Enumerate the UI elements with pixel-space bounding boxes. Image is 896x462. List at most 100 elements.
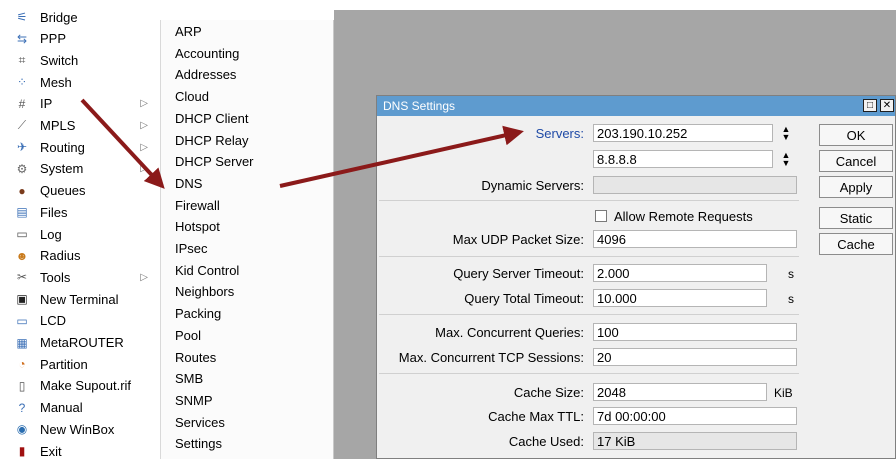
supout-icon: ▯ [18, 378, 26, 393]
separator [379, 314, 799, 315]
server-2-input[interactable]: 8.8.8.8 [593, 150, 773, 168]
query-total-timeout-input[interactable]: 10.000 [593, 289, 767, 307]
submenu-item-dhcp-client[interactable]: DHCP Client [161, 108, 333, 129]
submenu-item-routes[interactable]: Routes [161, 347, 333, 368]
mesh-icon: ⁘ [16, 75, 28, 90]
sidebar-item-metarouter[interactable]: ▦ MetaROUTER [0, 332, 158, 354]
submenu-item-label: Services [175, 414, 225, 430]
max-tcp-sessions-label: Max. Concurrent TCP Sessions: [398, 350, 584, 365]
static-button[interactable]: Static [819, 207, 893, 229]
sidebar-item-label: LCD [40, 313, 67, 329]
submenu-item-label: DHCP Server [175, 154, 254, 170]
submenu-item-smb[interactable]: SMB [161, 368, 333, 389]
submenu-item-label: DHCP Relay [175, 132, 249, 148]
submenu-item-services[interactable]: Services [161, 412, 333, 433]
cache-size-input[interactable]: 2048 [593, 383, 767, 401]
submenu-item-addresses[interactable]: Addresses [161, 64, 333, 85]
server-1-input[interactable]: 203.190.10.252 [593, 124, 773, 142]
max-udp-input[interactable]: 4096 [593, 230, 797, 248]
sidebar-item-ip[interactable]: # IP ▷ [0, 93, 158, 115]
submenu-item-dhcp-server[interactable]: DHCP Server [161, 151, 333, 172]
sidebar-item-label: System [40, 161, 84, 177]
query-server-timeout-label: Query Server Timeout: [453, 266, 584, 281]
sidebar-item-lcd[interactable]: ▭ LCD [0, 310, 158, 332]
server-2-reorder-icon[interactable]: ▲ ▼ [780, 150, 792, 168]
cache-size-label: Cache Size: [513, 385, 584, 400]
winbox-icon: ◉ [16, 422, 28, 437]
submenu-item-cloud[interactable]: Cloud [161, 86, 333, 107]
ip-icon: # [18, 96, 26, 111]
window-title: DNS Settings [383, 99, 456, 113]
apply-button[interactable]: Apply [819, 176, 893, 198]
max-concurrent-queries-input[interactable]: 100 [593, 323, 797, 341]
submenu-item-label: Routes [175, 349, 217, 365]
sidebar-item-routing[interactable]: ✈ Routing ▷ [0, 136, 158, 158]
sidebar-item-label: Exit [40, 443, 62, 459]
sidebar-item-queues[interactable]: ● Queues [0, 180, 158, 202]
submenu-item-snmp[interactable]: SNMP [161, 390, 333, 411]
dynamic-servers-label: Dynamic Servers: [481, 178, 584, 193]
submenu-item-settings[interactable]: Settings [161, 433, 333, 454]
sidebar-item-make-supout-rif[interactable]: ▯ Make Supout.rif [0, 375, 158, 397]
files-icon: ▤ [16, 205, 28, 220]
submenu-chevron-icon: ▷ [140, 163, 148, 175]
submenu-item-neighbors[interactable]: Neighbors [161, 281, 333, 302]
metarouter-icon: ▦ [16, 335, 28, 350]
submenu-item-hotspot[interactable]: Hotspot [161, 216, 333, 237]
submenu-item-label: Packing [175, 306, 222, 322]
sidebar-item-mesh[interactable]: ⁘ Mesh [0, 71, 158, 93]
sidebar-item-mpls[interactable]: ⟋ MPLS ▷ [0, 115, 158, 137]
submenu-item-label: DHCP Client [175, 110, 249, 126]
submenu-chevron-icon: ▷ [140, 98, 148, 110]
sidebar-item-files[interactable]: ▤ Files [0, 201, 158, 223]
sidebar-item-log[interactable]: ▭ Log [0, 223, 158, 245]
sidebar-item-switch[interactable]: ⌗ Switch [0, 49, 158, 71]
seconds-unit: s [788, 292, 794, 306]
sidebar-item-ppp[interactable]: ⇆ PPP [0, 28, 158, 50]
submenu-item-dhcp-relay[interactable]: DHCP Relay [161, 130, 333, 151]
submenu-item-accounting[interactable]: Accounting [161, 43, 333, 64]
sidebar-item-new-terminal[interactable]: ▣ New Terminal [0, 288, 158, 310]
sidebar-item-partition[interactable]: ◔ Partition [0, 353, 158, 375]
sidebar-item-label: Log [40, 226, 62, 242]
cache-button[interactable]: Cache [819, 233, 893, 255]
max-concurrent-queries-label: Max. Concurrent Queries: [435, 325, 584, 340]
cancel-button[interactable]: Cancel [819, 150, 893, 172]
bridge-icon: ⚟ [16, 10, 28, 24]
submenu-item-arp[interactable]: ARP [161, 21, 333, 42]
sidebar-item-label: Partition [40, 356, 88, 372]
allow-remote-requests-checkbox[interactable] [595, 210, 607, 222]
submenu-item-kid-control[interactable]: Kid Control [161, 260, 333, 281]
sidebar-item-label: New Terminal [40, 291, 119, 307]
main-sidebar: ⚟ Bridge ⇆ PPP ⌗ Switch ⁘ Mesh # IP ▷ ⟋ MPLS ▷ ✈ Routin… [0, 0, 158, 459]
max-udp-label: Max UDP Packet Size: [452, 232, 584, 247]
sidebar-item-label: Radius [40, 248, 81, 264]
window-title-bar[interactable]: DNS Settings □ ✕ [377, 96, 895, 116]
submenu-item-label: Neighbors [175, 284, 235, 300]
submenu-item-ipsec[interactable]: IPsec [161, 238, 333, 259]
restore-icon[interactable]: □ [863, 99, 877, 112]
cache-size-unit: KiB [774, 386, 793, 400]
sidebar-item-radius[interactable]: ☻ Radius [0, 245, 158, 267]
submenu-item-firewall[interactable]: Firewall [161, 195, 333, 216]
submenu-item-packing[interactable]: Packing [161, 303, 333, 324]
query-server-timeout-input[interactable]: 2.000 [593, 264, 767, 282]
sidebar-item-new-winbox[interactable]: ◉ New WinBox [0, 418, 158, 440]
sidebar-item-label: Files [40, 204, 68, 220]
submenu-item-label: SNMP [175, 392, 213, 408]
submenu-item-label: Cloud [175, 89, 209, 105]
submenu-item-dns[interactable]: DNS [161, 173, 333, 194]
max-tcp-sessions-input[interactable]: 20 [593, 348, 797, 366]
ok-button[interactable]: OK [819, 124, 893, 146]
close-icon[interactable]: ✕ [880, 99, 894, 112]
sidebar-item-bridge[interactable]: ⚟ Bridge [0, 6, 158, 28]
sidebar-item-system[interactable]: ⚙ System ▷ [0, 158, 158, 180]
server-1-reorder-icon[interactable]: ▲ ▼ [780, 124, 792, 142]
submenu-chevron-icon: ▷ [140, 120, 148, 131]
submenu-item-label: Hotspot [175, 219, 220, 235]
sidebar-item-tools[interactable]: ✂ Tools ▷ [0, 266, 158, 288]
submenu-item-pool[interactable]: Pool [161, 325, 333, 346]
sidebar-item-manual[interactable]: ? Manual [0, 397, 158, 419]
cache-max-ttl-input[interactable]: 7d 00:00:00 [593, 407, 797, 425]
sidebar-item-label: IP [40, 96, 53, 112]
